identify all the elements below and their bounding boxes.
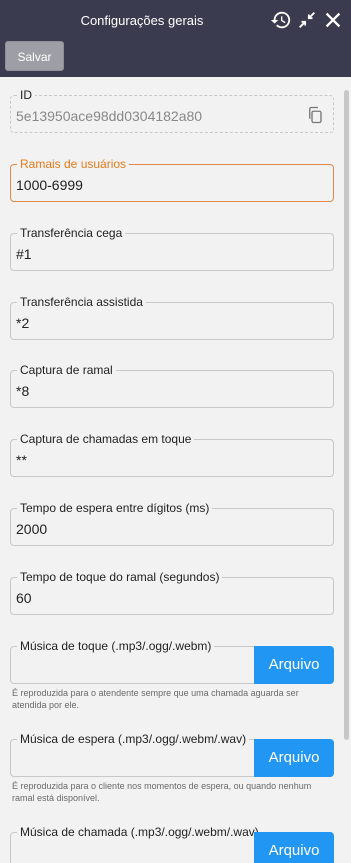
digit-timeout-label: Tempo de espera entre dígitos (ms) [17, 501, 213, 515]
call-music-file-label: Música de chamada (.mp3/.ogg/.webm/.wav) [17, 825, 262, 839]
blind-transfer-field[interactable]: Transferência cega #1 [10, 226, 334, 271]
ringtone-file-label: Música de toque (.mp3/.ogg/.webm) [17, 639, 215, 653]
ringing-pickup-field[interactable]: Captura de chamadas em toque ** [10, 432, 334, 477]
ringtone-hint: É reproduzida para o atendente sempre qu… [12, 688, 299, 710]
assisted-transfer-label: Transferência assistida [17, 295, 146, 309]
extension-pickup-value: *8 [16, 383, 30, 399]
collapse-icon[interactable] [296, 9, 318, 31]
user-extensions-value: 1000-6999 [16, 177, 83, 193]
close-icon[interactable] [322, 9, 344, 31]
hold-music-file-label: Música de espera (.mp3/.ogg/.webm/.wav) [17, 732, 250, 746]
hold-music-file-field[interactable]: Música de espera (.mp3/.ogg/.webm/.wav) … [10, 732, 334, 777]
ringing-pickup-label: Captura de chamadas em toque [17, 432, 195, 446]
title-bar: Configurações gerais Salvar [0, 0, 351, 77]
id-value: 5e13950ace98dd0304182a80 [16, 108, 203, 124]
digit-timeout-value: 2000 [16, 521, 48, 537]
scrollbar-thumb[interactable] [344, 90, 349, 740]
ringing-pickup-value: ** [16, 452, 27, 468]
assisted-transfer-value: *2 [16, 315, 30, 331]
ring-time-field[interactable]: Tempo de toque do ramal (segundos) 60 [10, 570, 334, 615]
ring-time-label: Tempo de toque do ramal (segundos) [17, 570, 223, 584]
hold-music-upload-button[interactable]: Arquivo [254, 739, 334, 777]
ringtone-upload-button[interactable]: Arquivo [254, 646, 334, 684]
id-label: ID [17, 88, 35, 102]
copy-icon[interactable] [306, 105, 324, 125]
ringtone-file-field[interactable]: Música de toque (.mp3/.ogg/.webm) Arquiv… [10, 639, 334, 684]
extension-pickup-field[interactable]: Captura de ramal *8 [10, 363, 334, 408]
extension-pickup-label: Captura de ramal [17, 363, 116, 377]
history-icon[interactable] [270, 9, 292, 31]
digit-timeout-field[interactable]: Tempo de espera entre dígitos (ms) 2000 [10, 501, 334, 546]
hold-music-hint: É reproduzida para o cliente nos momento… [12, 781, 312, 803]
user-extensions-label: Ramais de usuários [17, 157, 130, 171]
settings-form: ID 5e13950ace98dd0304182a80 Ramais de us… [0, 77, 342, 863]
user-extensions-field[interactable]: Ramais de usuários 1000-6999 [10, 157, 334, 202]
blind-transfer-label: Transferência cega [17, 226, 126, 240]
blind-transfer-value: #1 [16, 246, 32, 262]
save-button[interactable]: Salvar [5, 41, 64, 71]
ring-time-value: 60 [16, 590, 32, 606]
id-field: ID 5e13950ace98dd0304182a80 [10, 88, 334, 133]
call-music-file-field[interactable]: Música de chamada (.mp3/.ogg/.webm/.wav)… [10, 825, 334, 863]
window-title: Configurações gerais [80, 13, 204, 28]
assisted-transfer-field[interactable]: Transferência assistida *2 [10, 295, 334, 340]
call-music-upload-button[interactable]: Arquivo [254, 832, 334, 863]
